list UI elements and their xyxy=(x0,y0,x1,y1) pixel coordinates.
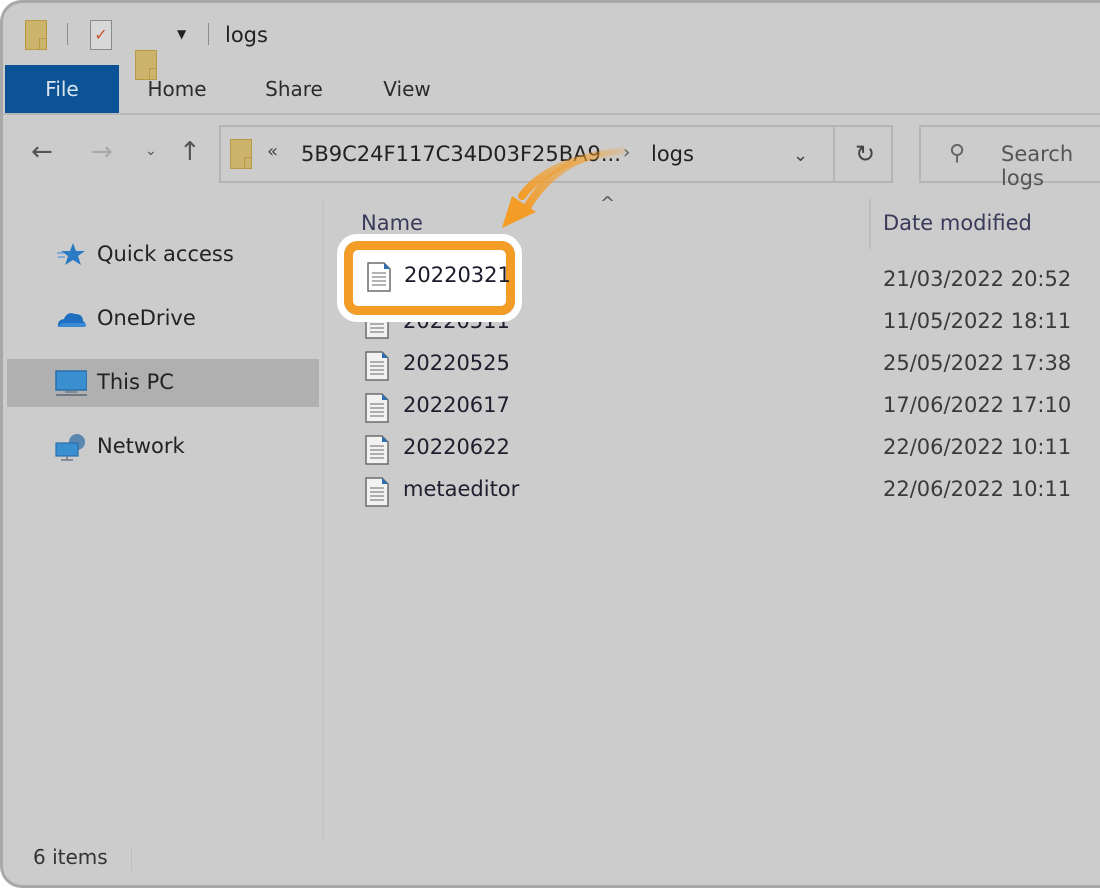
column-header-date-modified[interactable]: Date modified xyxy=(883,211,1032,235)
file-date: 11/05/2022 18:11 xyxy=(883,309,1072,333)
file-row[interactable]: 20220622 22/06/2022 10:11 xyxy=(361,429,1100,469)
this-pc-monitor-icon xyxy=(55,370,87,396)
file-name: 20220321 xyxy=(404,263,511,287)
sidebar-item-quick-access[interactable]: Quick access xyxy=(7,231,319,279)
network-icon xyxy=(55,434,85,461)
text-file-icon xyxy=(365,393,389,423)
forward-arrow-icon[interactable]: → xyxy=(91,137,113,167)
file-name: 20220622 xyxy=(403,435,510,459)
sidebar-item-this-pc[interactable]: This PC xyxy=(7,359,319,407)
file-date: 25/05/2022 17:38 xyxy=(883,351,1072,375)
quick-access-star-icon xyxy=(57,243,85,265)
text-file-icon xyxy=(365,351,389,381)
sidebar-item-label: OneDrive xyxy=(97,306,196,330)
address-bar[interactable]: « 5B9C24F117C34D03F25BA9... › logs ⌄ ↻ xyxy=(219,125,893,183)
file-name: metaeditor xyxy=(403,477,520,501)
file-row[interactable]: metaeditor 22/06/2022 10:11 xyxy=(361,471,1100,511)
search-icon: ⚲ xyxy=(949,141,966,166)
ribbon: File Home Share View xyxy=(3,65,1100,115)
tab-view[interactable]: View xyxy=(365,65,449,113)
item-count: 6 items xyxy=(33,845,108,869)
breadcrumb-separator-icon[interactable]: › xyxy=(623,142,630,163)
file-date: 17/06/2022 17:10 xyxy=(883,393,1072,417)
file-explorer-window: ✓ ▼ logs File Home Share View ← → ⌄ ↑ « … xyxy=(0,0,1100,888)
window-title: logs xyxy=(225,23,268,47)
properties-icon[interactable]: ✓ xyxy=(90,20,112,50)
file-date: 22/06/2022 10:11 xyxy=(883,477,1072,501)
search-input[interactable]: Search logs xyxy=(1001,142,1100,190)
navigation-pane: Quick access OneDrive This PC Network xyxy=(3,193,321,835)
highlight-callout[interactable]: 20220321 xyxy=(337,234,522,322)
file-row[interactable]: 20220525 25/05/2022 17:38 xyxy=(361,345,1100,385)
sidebar-item-network[interactable]: Network xyxy=(7,423,319,471)
back-arrow-icon[interactable]: ← xyxy=(31,137,53,167)
toolbar-divider xyxy=(67,23,68,45)
file-name: 20220617 xyxy=(403,393,510,417)
text-file-icon xyxy=(365,435,389,465)
sidebar-item-label: Network xyxy=(97,434,185,458)
folder-icon xyxy=(230,139,252,169)
file-name: 20220525 xyxy=(403,351,510,375)
navigation-bar: ← → ⌄ ↑ « 5B9C24F117C34D03F25BA9... › lo… xyxy=(3,113,1100,193)
highlighted-file-row[interactable]: 20220321 xyxy=(344,241,515,315)
customize-toolbar-dropdown-icon[interactable]: ▼ xyxy=(177,27,186,41)
file-date: 22/06/2022 10:11 xyxy=(883,435,1072,459)
folder-icon[interactable] xyxy=(25,20,47,50)
search-box[interactable]: ⚲ Search logs xyxy=(919,125,1100,190)
onedrive-cloud-icon xyxy=(57,313,86,327)
sidebar-item-label: Quick access xyxy=(97,242,234,266)
text-file-icon xyxy=(365,477,389,507)
refresh-button[interactable]: ↻ xyxy=(833,125,895,183)
tab-file[interactable]: File xyxy=(5,65,119,113)
breadcrumb-parent[interactable]: 5B9C24F117C34D03F25BA9... xyxy=(301,142,621,166)
status-bar: 6 items xyxy=(3,835,1100,885)
text-file-icon xyxy=(367,262,391,292)
recent-locations-chevron-down-icon[interactable]: ⌄ xyxy=(145,143,157,159)
pane-divider[interactable] xyxy=(322,199,324,839)
overflow-chevron-icon[interactable]: « xyxy=(267,141,278,162)
address-dropdown-chevron-icon[interactable]: ⌄ xyxy=(793,145,808,166)
column-divider[interactable] xyxy=(869,199,871,249)
column-header-name[interactable]: Name xyxy=(361,211,423,235)
tab-share[interactable]: Share xyxy=(249,65,339,113)
sidebar-item-label: This PC xyxy=(97,370,174,394)
sort-ascending-caret-icon: ^ xyxy=(600,193,616,214)
title-bar: ✓ ▼ logs xyxy=(3,3,1100,80)
breadcrumb-current[interactable]: logs xyxy=(651,142,694,166)
up-arrow-icon[interactable]: ↑ xyxy=(179,137,201,167)
status-divider xyxy=(131,847,132,871)
file-date: 21/03/2022 20:52 xyxy=(883,267,1072,291)
toolbar-divider xyxy=(208,23,209,45)
sidebar-item-onedrive[interactable]: OneDrive xyxy=(7,295,319,343)
tab-home[interactable]: Home xyxy=(131,65,223,113)
file-row[interactable]: 20220617 17/06/2022 17:10 xyxy=(361,387,1100,427)
